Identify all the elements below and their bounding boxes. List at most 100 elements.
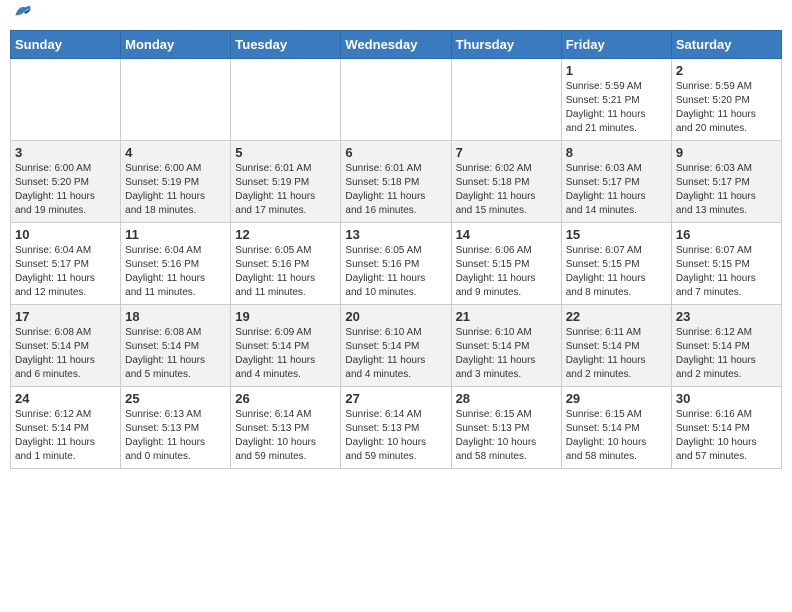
day-number: 25: [125, 391, 226, 406]
day-info: Sunrise: 6:12 AM Sunset: 5:14 PM Dayligh…: [15, 408, 116, 464]
day-info: Sunrise: 6:04 AM Sunset: 5:16 PM Dayligh…: [125, 244, 226, 300]
day-number: 30: [676, 391, 777, 406]
day-info: Sunrise: 6:11 AM Sunset: 5:14 PM Dayligh…: [566, 326, 667, 382]
calendar-cell: 5 Sunrise: 6:01 AM Sunset: 5:19 PM Daylig…: [231, 141, 341, 223]
day-number: 15: [566, 227, 667, 242]
calendar-cell: 23 Sunrise: 6:12 AM Sunset: 5:14 PM Dayli…: [671, 305, 781, 387]
day-info: Sunrise: 6:07 AM Sunset: 5:15 PM Dayligh…: [566, 244, 667, 300]
day-number: 20: [345, 309, 446, 324]
weekday-header: Tuesday: [231, 31, 341, 59]
calendar-cell: 3 Sunrise: 6:00 AM Sunset: 5:20 PM Daylig…: [11, 141, 121, 223]
weekday-header: Sunday: [11, 31, 121, 59]
day-info: Sunrise: 6:14 AM Sunset: 5:13 PM Dayligh…: [345, 408, 446, 464]
day-number: 27: [345, 391, 446, 406]
day-info: Sunrise: 6:01 AM Sunset: 5:19 PM Dayligh…: [235, 162, 336, 218]
calendar-cell: 12 Sunrise: 6:05 AM Sunset: 5:16 PM Dayli…: [231, 223, 341, 305]
calendar-cell: 14 Sunrise: 6:06 AM Sunset: 5:15 PM Dayli…: [451, 223, 561, 305]
day-info: Sunrise: 6:02 AM Sunset: 5:18 PM Dayligh…: [456, 162, 557, 218]
day-number: 22: [566, 309, 667, 324]
day-info: Sunrise: 6:08 AM Sunset: 5:14 PM Dayligh…: [125, 326, 226, 382]
calendar-cell: 24 Sunrise: 6:12 AM Sunset: 5:14 PM Dayli…: [11, 387, 121, 469]
calendar-cell: 27 Sunrise: 6:14 AM Sunset: 5:13 PM Dayli…: [341, 387, 451, 469]
day-info: Sunrise: 6:04 AM Sunset: 5:17 PM Dayligh…: [15, 244, 116, 300]
calendar-cell: 10 Sunrise: 6:04 AM Sunset: 5:17 PM Dayli…: [11, 223, 121, 305]
calendar-cell: 29 Sunrise: 6:15 AM Sunset: 5:14 PM Dayli…: [561, 387, 671, 469]
day-number: 17: [15, 309, 116, 324]
day-info: Sunrise: 6:07 AM Sunset: 5:15 PM Dayligh…: [676, 244, 777, 300]
day-number: 5: [235, 145, 336, 160]
calendar-week-row: 17 Sunrise: 6:08 AM Sunset: 5:14 PM Dayli…: [11, 305, 782, 387]
calendar-cell: 16 Sunrise: 6:07 AM Sunset: 5:15 PM Dayli…: [671, 223, 781, 305]
day-info: Sunrise: 6:00 AM Sunset: 5:20 PM Dayligh…: [15, 162, 116, 218]
calendar-cell: 28Sunrise: 6:15 AM Sunset: 5:13 PM Dayli…: [451, 387, 561, 469]
day-number: 26: [235, 391, 336, 406]
day-number: 29: [566, 391, 667, 406]
weekday-header-row: SundayMondayTuesdayWednesdayThursdayFrid…: [11, 31, 782, 59]
logo: [14, 10, 32, 22]
calendar-cell: 19Sunrise: 6:09 AM Sunset: 5:14 PM Dayli…: [231, 305, 341, 387]
day-info: Sunrise: 6:14 AM Sunset: 5:13 PM Dayligh…: [235, 408, 336, 464]
day-info: Sunrise: 5:59 AM Sunset: 5:21 PM Dayligh…: [566, 80, 667, 136]
weekday-header: Saturday: [671, 31, 781, 59]
day-number: 21: [456, 309, 557, 324]
day-number: 3: [15, 145, 116, 160]
page-header: [10, 10, 782, 22]
day-number: 24: [15, 391, 116, 406]
calendar-cell: 11 Sunrise: 6:04 AM Sunset: 5:16 PM Dayli…: [121, 223, 231, 305]
day-number: 14: [456, 227, 557, 242]
calendar-cell: 21 Sunrise: 6:10 AM Sunset: 5:14 PM Dayli…: [451, 305, 561, 387]
day-number: 28: [456, 391, 557, 406]
calendar-week-row: 3 Sunrise: 6:00 AM Sunset: 5:20 PM Daylig…: [11, 141, 782, 223]
calendar-cell: [11, 59, 121, 141]
day-number: 16: [676, 227, 777, 242]
calendar-week-row: 24 Sunrise: 6:12 AM Sunset: 5:14 PM Dayli…: [11, 387, 782, 469]
day-info: Sunrise: 6:03 AM Sunset: 5:17 PM Dayligh…: [676, 162, 777, 218]
logo-bird-icon: [12, 2, 32, 22]
day-number: 18: [125, 309, 226, 324]
calendar-cell: 4 Sunrise: 6:00 AM Sunset: 5:19 PM Daylig…: [121, 141, 231, 223]
day-number: 9: [676, 145, 777, 160]
calendar-cell: 26 Sunrise: 6:14 AM Sunset: 5:13 PM Dayli…: [231, 387, 341, 469]
calendar-cell: 22 Sunrise: 6:11 AM Sunset: 5:14 PM Dayli…: [561, 305, 671, 387]
calendar-cell: 18 Sunrise: 6:08 AM Sunset: 5:14 PM Dayli…: [121, 305, 231, 387]
calendar-cell: 25 Sunrise: 6:13 AM Sunset: 5:13 PM Dayli…: [121, 387, 231, 469]
calendar-cell: [451, 59, 561, 141]
calendar-cell: [121, 59, 231, 141]
calendar-week-row: 10 Sunrise: 6:04 AM Sunset: 5:17 PM Dayli…: [11, 223, 782, 305]
day-info: Sunrise: 6:03 AM Sunset: 5:17 PM Dayligh…: [566, 162, 667, 218]
calendar-cell: 17 Sunrise: 6:08 AM Sunset: 5:14 PM Dayli…: [11, 305, 121, 387]
weekday-header: Thursday: [451, 31, 561, 59]
calendar-cell: 15 Sunrise: 6:07 AM Sunset: 5:15 PM Dayli…: [561, 223, 671, 305]
weekday-header: Friday: [561, 31, 671, 59]
day-info: Sunrise: 6:09 AM Sunset: 5:14 PM Dayligh…: [235, 326, 336, 382]
day-number: 2: [676, 63, 777, 78]
calendar-cell: 8Sunrise: 6:03 AM Sunset: 5:17 PM Daylig…: [561, 141, 671, 223]
calendar-cell: 7Sunrise: 6:02 AM Sunset: 5:18 PM Daylig…: [451, 141, 561, 223]
day-number: 13: [345, 227, 446, 242]
day-info: Sunrise: 6:15 AM Sunset: 5:14 PM Dayligh…: [566, 408, 667, 464]
weekday-header: Monday: [121, 31, 231, 59]
day-info: Sunrise: 6:10 AM Sunset: 5:14 PM Dayligh…: [456, 326, 557, 382]
day-number: 10: [15, 227, 116, 242]
day-info: Sunrise: 6:01 AM Sunset: 5:18 PM Dayligh…: [345, 162, 446, 218]
day-info: Sunrise: 5:59 AM Sunset: 5:20 PM Dayligh…: [676, 80, 777, 136]
day-info: Sunrise: 6:05 AM Sunset: 5:16 PM Dayligh…: [345, 244, 446, 300]
calendar-cell: 20Sunrise: 6:10 AM Sunset: 5:14 PM Dayli…: [341, 305, 451, 387]
day-number: 23: [676, 309, 777, 324]
weekday-header: Wednesday: [341, 31, 451, 59]
calendar-cell: 2 Sunrise: 5:59 AM Sunset: 5:20 PM Daylig…: [671, 59, 781, 141]
day-info: Sunrise: 6:00 AM Sunset: 5:19 PM Dayligh…: [125, 162, 226, 218]
calendar-cell: 6Sunrise: 6:01 AM Sunset: 5:18 PM Daylig…: [341, 141, 451, 223]
calendar-cell: 13 Sunrise: 6:05 AM Sunset: 5:16 PM Dayli…: [341, 223, 451, 305]
day-number: 11: [125, 227, 226, 242]
day-number: 12: [235, 227, 336, 242]
day-number: 4: [125, 145, 226, 160]
calendar-cell: 30Sunrise: 6:16 AM Sunset: 5:14 PM Dayli…: [671, 387, 781, 469]
calendar-cell: [341, 59, 451, 141]
day-info: Sunrise: 6:05 AM Sunset: 5:16 PM Dayligh…: [235, 244, 336, 300]
day-info: Sunrise: 6:12 AM Sunset: 5:14 PM Dayligh…: [676, 326, 777, 382]
day-info: Sunrise: 6:06 AM Sunset: 5:15 PM Dayligh…: [456, 244, 557, 300]
day-info: Sunrise: 6:08 AM Sunset: 5:14 PM Dayligh…: [15, 326, 116, 382]
day-info: Sunrise: 6:13 AM Sunset: 5:13 PM Dayligh…: [125, 408, 226, 464]
day-number: 1: [566, 63, 667, 78]
